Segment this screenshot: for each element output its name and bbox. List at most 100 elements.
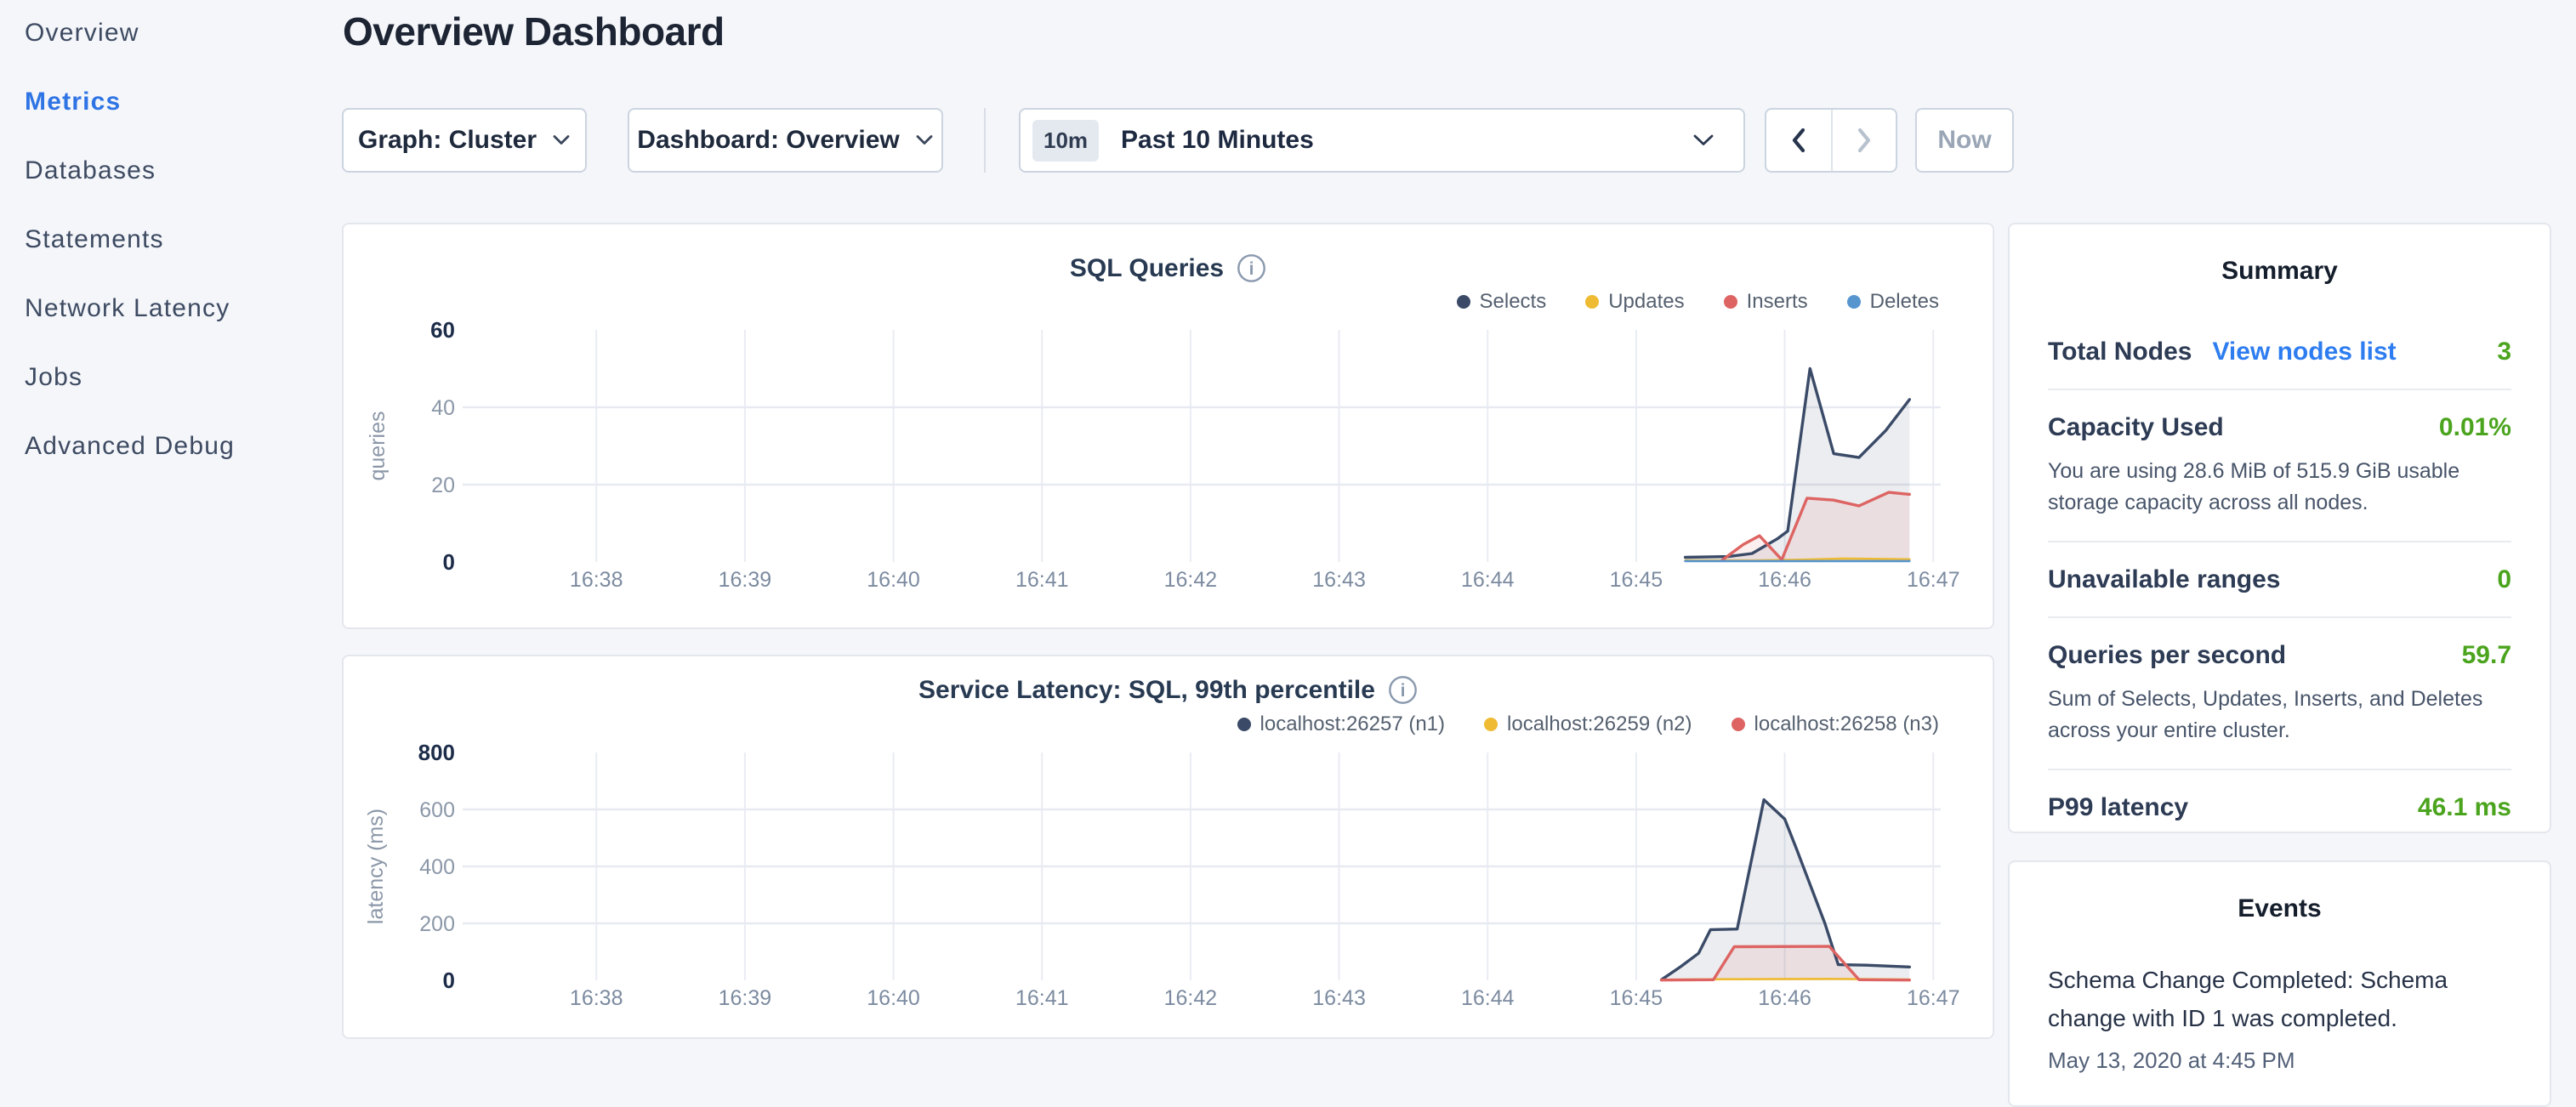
sidebar-item-advanced-debug[interactable]: Advanced Debug — [25, 412, 331, 480]
x-tick-label: 16:45 — [1610, 568, 1663, 592]
series-area-Inserts — [1722, 492, 1909, 562]
service-latency-legend: localhost:26257 (n1) localhost:26259 (n2)… — [1237, 712, 1939, 736]
time-pager — [1765, 108, 1897, 173]
x-tick-label: 16:39 — [719, 568, 772, 592]
events-panel: Events Schema Change Completed: Schema c… — [2008, 860, 2551, 1107]
legend-label: localhost:26259 (n2) — [1507, 712, 1692, 736]
legend-swatch — [1724, 295, 1737, 309]
summary-section-p99: P99 latency 46.1 ms — [2048, 770, 2511, 844]
sidebar-item-metrics[interactable]: Metrics — [25, 67, 331, 136]
legend-label: Deletes — [1870, 290, 1939, 314]
legend-item: localhost:26258 (n3) — [1732, 712, 1939, 736]
legend-label: Updates — [1608, 290, 1684, 314]
legend-swatch — [1457, 295, 1470, 309]
x-tick-label: 16:47 — [1907, 986, 1960, 1010]
summary-value: 46.1 ms — [2418, 793, 2511, 822]
legend-swatch — [1237, 718, 1251, 731]
x-tick-label: 16:39 — [719, 986, 772, 1010]
chevron-right-icon — [1856, 127, 1873, 154]
summary-value: 0 — [2497, 565, 2511, 594]
chevron-down-icon — [552, 134, 571, 146]
chevron-down-icon — [915, 134, 934, 146]
legend-label: localhost:26257 (n1) — [1260, 712, 1445, 736]
x-tick-label: 16:42 — [1164, 568, 1218, 592]
dashboard-dropdown-label: Dashboard: Overview — [637, 126, 899, 155]
now-button-label: Now — [1937, 126, 1991, 155]
time-range-badge: 10m — [1032, 120, 1099, 162]
legend-item: localhost:26259 (n2) — [1484, 712, 1692, 736]
info-icon[interactable]: i — [1388, 675, 1418, 705]
y-tick-label: 800 — [418, 740, 455, 765]
page-title: Overview Dashboard — [343, 9, 725, 54]
time-range-picker[interactable]: 10m Past 10 Minutes — [1019, 108, 1745, 173]
x-tick-label: 16:40 — [867, 986, 920, 1010]
x-tick-label: 16:40 — [867, 568, 920, 592]
summary-value: 3 — [2497, 338, 2511, 366]
x-tick-label: 16:43 — [1312, 986, 1366, 1010]
sql-queries-chart-card: 16:38 16:39 16:40 16:41 16:42 16:43 16:44 16:45… — [342, 223, 1994, 629]
chevron-down-icon — [1692, 133, 1714, 147]
summary-section-unavailable-ranges: Unavailable ranges 0 — [2048, 542, 2511, 618]
sidebar-item-jobs[interactable]: Jobs — [25, 343, 331, 412]
controls-divider — [984, 108, 986, 173]
summary-label: Unavailable ranges — [2048, 565, 2280, 594]
x-tick-label: 16:47 — [1907, 568, 1960, 592]
summary-value: 0.01% — [2439, 413, 2511, 442]
now-button[interactable]: Now — [1915, 108, 2014, 173]
x-tick-label: 16:46 — [1758, 568, 1811, 592]
x-tick-label: 16:41 — [1015, 986, 1069, 1010]
time-prev-button[interactable] — [1766, 110, 1831, 171]
x-tick-label: 16:38 — [570, 986, 623, 1010]
chart-title: Service Latency: SQL, 99th percentile — [918, 676, 1375, 705]
chart-title-row: Service Latency: SQL, 99th percentile i — [344, 675, 1993, 705]
x-tick-label: 16:45 — [1610, 986, 1663, 1010]
y-tick-label: 200 — [419, 912, 455, 936]
legend-item: Selects — [1457, 290, 1547, 314]
summary-section-total-nodes: Total Nodes View nodes list 3 — [2048, 315, 2511, 390]
sidebar-item-overview[interactable]: Overview — [25, 0, 331, 67]
legend-item: Inserts — [1724, 290, 1808, 314]
y-tick-label: 20 — [431, 474, 455, 497]
x-tick-label: 16:41 — [1015, 568, 1069, 592]
view-nodes-list-link[interactable]: View nodes list — [2212, 338, 2396, 366]
summary-label: Total Nodes — [2048, 338, 2192, 366]
legend-item: Updates — [1585, 290, 1684, 314]
summary-section-qps: Queries per second 59.7 Sum of Selects, … — [2048, 618, 2511, 770]
controls-bar: Graph: Cluster Dashboard: Overview 10m P… — [342, 108, 2014, 173]
sidebar-item-databases[interactable]: Databases — [25, 136, 331, 205]
time-range-label: Past 10 Minutes — [1121, 126, 1314, 155]
summary-title: Summary — [2048, 224, 2511, 286]
graph-dropdown[interactable]: Graph: Cluster — [342, 108, 587, 173]
summary-label: Capacity Used — [2048, 413, 2224, 442]
chevron-left-icon — [1790, 127, 1807, 154]
legend-swatch — [1484, 718, 1498, 731]
y-tick-label: 400 — [419, 855, 455, 879]
event-text: Schema Change Completed: Schema change w… — [2048, 961, 2511, 1037]
y-tick-label: 600 — [419, 798, 455, 822]
event-timestamp: May 13, 2020 at 4:45 PM — [2048, 1047, 2511, 1074]
info-icon[interactable]: i — [1237, 253, 1266, 283]
y-tick-label: 60 — [430, 317, 455, 343]
y-tick-label: 0 — [443, 968, 455, 993]
legend-item: localhost:26257 (n1) — [1237, 712, 1445, 736]
legend-label: localhost:26258 (n3) — [1754, 712, 1939, 736]
x-tick-label: 16:43 — [1312, 568, 1366, 592]
dashboard-dropdown[interactable]: Dashboard: Overview — [628, 108, 943, 173]
legend-swatch — [1585, 295, 1599, 309]
time-next-button[interactable] — [1831, 110, 1896, 171]
sidebar-item-statements[interactable]: Statements — [25, 205, 331, 274]
x-tick-label: 16:38 — [570, 568, 623, 592]
sql-queries-plot[interactable]: 16:38 16:39 16:40 16:41 16:42 16:43 16:44 16:45… — [344, 224, 1993, 627]
x-tick-label: 16:44 — [1461, 568, 1515, 592]
sql-queries-legend: Selects Updates Inserts Deletes — [1457, 290, 1940, 314]
summary-section-capacity: Capacity Used 0.01% You are using 28.6 M… — [2048, 390, 2511, 542]
graph-dropdown-label: Graph: Cluster — [358, 126, 537, 155]
x-tick-label: 16:42 — [1164, 986, 1218, 1010]
events-title: Events — [2048, 862, 2511, 923]
x-tick-label: 16:46 — [1758, 986, 1811, 1010]
sidebar-item-network-latency[interactable]: Network Latency — [25, 274, 331, 343]
legend-label: Inserts — [1747, 290, 1808, 314]
chart-title: SQL Queries — [1070, 254, 1224, 283]
legend-swatch — [1847, 295, 1861, 309]
chart-title-row: SQL Queries i — [344, 253, 1993, 283]
